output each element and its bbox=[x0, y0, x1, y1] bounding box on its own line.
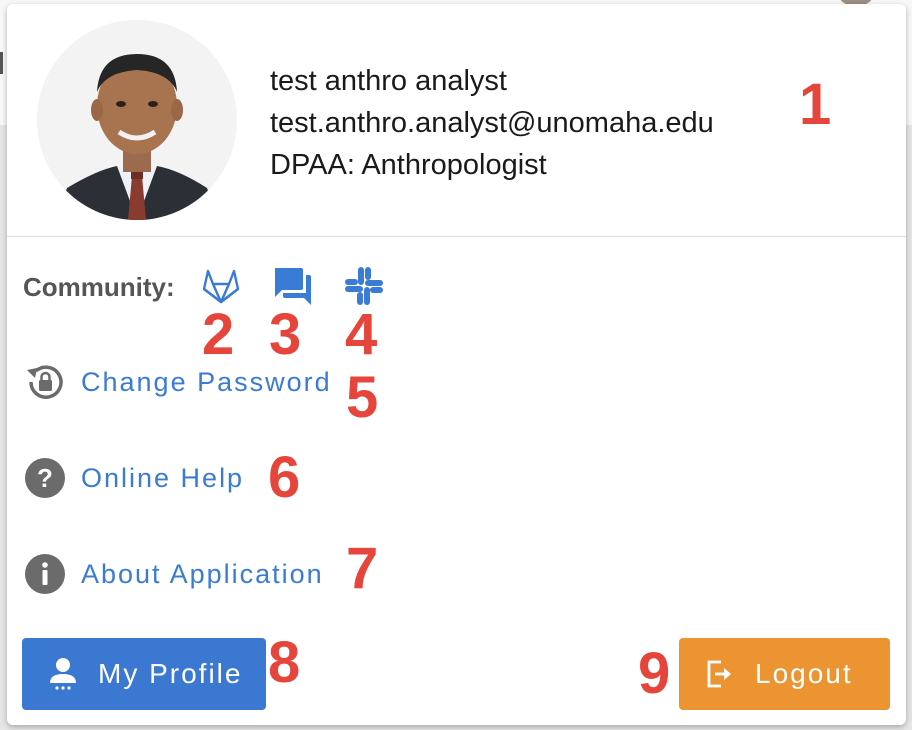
user-photo bbox=[37, 20, 237, 220]
callout-1: 1 bbox=[799, 72, 832, 137]
user-name: test anthro analyst bbox=[270, 65, 507, 97]
user-menu-popover: test anthro analyst test.anthro.analyst@… bbox=[7, 4, 906, 725]
online-help-label: Online Help bbox=[81, 462, 245, 493]
logout-button[interactable]: Logout bbox=[679, 638, 890, 710]
callout-4: 4 bbox=[345, 302, 378, 367]
callout-9: 9 bbox=[638, 641, 671, 706]
help-icon: ? bbox=[23, 456, 67, 500]
person-icon bbox=[50, 658, 76, 690]
svg-text:?: ? bbox=[37, 463, 53, 493]
user-role: DPAA: Anthropologist bbox=[270, 149, 547, 181]
logout-label: Logout bbox=[755, 658, 853, 689]
my-profile-button[interactable]: My Profile bbox=[22, 638, 266, 710]
online-help-link[interactable]: ? Online Help bbox=[23, 456, 244, 500]
about-application-label: About Application bbox=[81, 558, 324, 589]
callout-2: 2 bbox=[202, 302, 235, 367]
user-email: test.anthro.analyst@unomaha.edu bbox=[270, 107, 714, 139]
callout-3: 3 bbox=[269, 302, 302, 367]
my-profile-label: My Profile bbox=[98, 658, 243, 689]
avatar bbox=[37, 20, 237, 220]
community-label: Community: bbox=[23, 272, 175, 302]
callout-5: 5 bbox=[346, 365, 379, 430]
user-details: test anthro analyst test.anthro.analyst@… bbox=[270, 60, 714, 186]
callout-7: 7 bbox=[346, 536, 379, 601]
change-password-label: Change Password bbox=[81, 366, 332, 397]
info-icon bbox=[23, 552, 67, 596]
lock-reset-icon bbox=[23, 360, 67, 404]
callout-8: 8 bbox=[268, 630, 301, 695]
callout-6: 6 bbox=[268, 445, 301, 510]
logout-icon bbox=[707, 660, 731, 688]
about-application-link[interactable]: About Application bbox=[23, 552, 324, 596]
user-info-section: test anthro analyst test.anthro.analyst@… bbox=[7, 4, 906, 237]
background-element bbox=[0, 52, 3, 74]
